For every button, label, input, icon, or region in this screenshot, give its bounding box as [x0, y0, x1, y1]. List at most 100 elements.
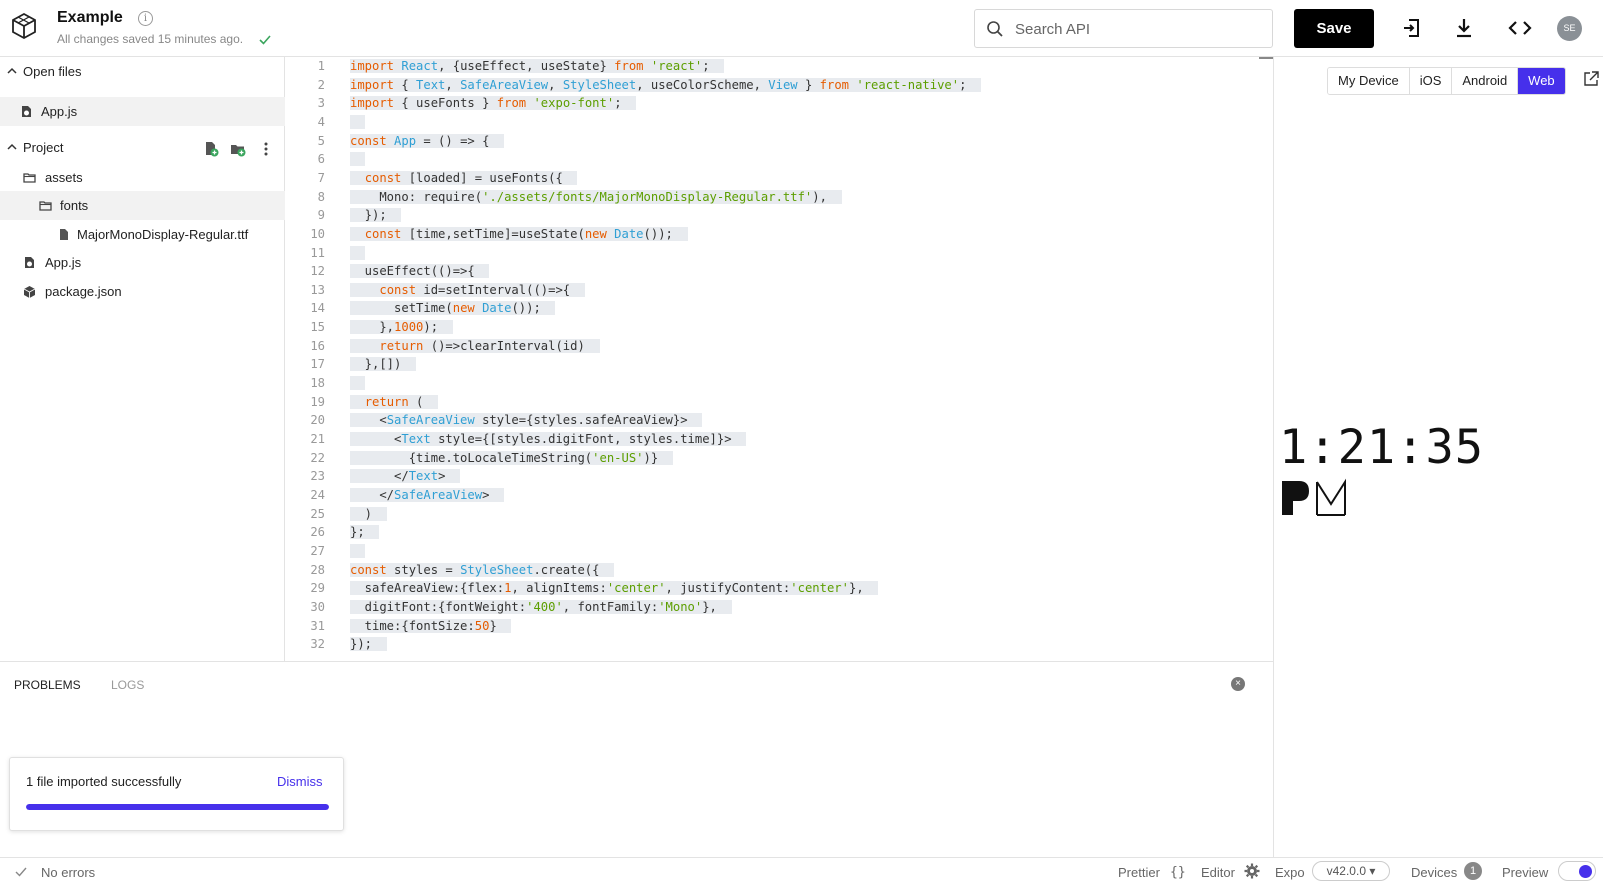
logo-icon[interactable]	[10, 12, 38, 40]
devices-label[interactable]: Devices	[1411, 865, 1457, 880]
code-line[interactable]: 29 safeAreaView:{flex:1, alignItems:'cen…	[285, 579, 1265, 598]
code-line[interactable]: 23 </Text>	[285, 467, 1265, 486]
code-text[interactable]	[350, 150, 365, 169]
gear-icon[interactable]	[1244, 863, 1260, 879]
close-panel-icon[interactable]: ×	[1231, 677, 1245, 691]
code-editor[interactable]: 1 import React, {useEffect, useState} fro…	[285, 57, 1273, 661]
code-text[interactable]: <SafeAreaView style={styles.safeAreaView…	[350, 411, 703, 430]
open-file-app-js[interactable]: App.js	[0, 97, 285, 126]
code-line[interactable]: 10 const [time,setTime]=useState(new Dat…	[285, 225, 1265, 244]
code-line[interactable]: 31 time:{fontSize:50}	[285, 617, 1265, 636]
code-line[interactable]: 26};	[285, 523, 1265, 542]
preview-toggle[interactable]	[1558, 861, 1596, 881]
code-line[interactable]: 28 const styles = StyleSheet.create({	[285, 561, 1265, 580]
code-text[interactable]: </SafeAreaView>	[350, 486, 505, 505]
project-title[interactable]: Example	[57, 9, 123, 27]
code-text[interactable]: import { Text, SafeAreaView, StyleSheet,…	[350, 76, 982, 95]
code-line[interactable]: 12 useEffect(()=>{	[285, 262, 1265, 281]
prettier-label[interactable]: Prettier	[1118, 865, 1160, 880]
code-line[interactable]: 7 const [loaded] = useFonts({	[285, 169, 1265, 188]
tree-item-fonts[interactable]: fonts	[0, 191, 285, 220]
platform-android[interactable]: Android	[1452, 68, 1519, 94]
new-folder-icon[interactable]	[230, 141, 246, 157]
code-line[interactable]: 6	[285, 150, 1265, 169]
code-line[interactable]: 2 import { Text, SafeAreaView, StyleSheet…	[285, 76, 1265, 95]
info-icon[interactable]: i	[138, 11, 153, 26]
code-text[interactable]: import { useFonts } from 'expo-font';	[350, 94, 637, 113]
code-line[interactable]: 21 <Text style={[styles.digitFont, style…	[285, 430, 1265, 449]
code-text[interactable]: const id=setInterval(()=>{	[350, 281, 585, 300]
avatar[interactable]: SE	[1557, 16, 1582, 41]
code-text[interactable]: import React, {useEffect, useState} from…	[350, 57, 725, 76]
code-text[interactable]: <Text style={[styles.digitFont, styles.t…	[350, 430, 747, 449]
save-button[interactable]: Save	[1294, 9, 1374, 48]
external-link-icon[interactable]	[1583, 70, 1600, 87]
tab-logs[interactable]: LOGS	[111, 678, 144, 692]
braces-icon[interactable]: {}	[1170, 865, 1186, 880]
tree-item-assets[interactable]: assets	[0, 163, 285, 192]
code-text[interactable]: return (	[350, 393, 439, 412]
toast-dismiss-button[interactable]: Dismiss	[277, 774, 323, 789]
code-text[interactable]: const styles = StyleSheet.create({	[350, 561, 615, 580]
code-line[interactable]: 1 import React, {useEffect, useState} fro…	[285, 57, 1265, 76]
code-text[interactable]	[350, 374, 365, 393]
more-vertical-icon[interactable]	[258, 141, 274, 157]
tree-item-app-js[interactable]: App.js	[0, 248, 285, 277]
code-text[interactable]: time:{fontSize:50}	[350, 617, 512, 636]
code-text[interactable]: setTime(new Date());	[350, 299, 556, 318]
code-text[interactable]: {time.toLocaleTimeString('en-US')}	[350, 449, 673, 468]
code-line[interactable]: 8 Mono: require('./assets/fonts/MajorMon…	[285, 188, 1265, 207]
code-text[interactable]: },1000);	[350, 318, 453, 337]
code-text[interactable]: const [time,setTime]=useState(new Date()…	[350, 225, 688, 244]
code-line[interactable]: 25 )	[285, 505, 1265, 524]
code-text[interactable]	[350, 113, 365, 132]
new-file-icon[interactable]	[203, 141, 219, 157]
editor-label[interactable]: Editor	[1201, 865, 1235, 880]
search-input[interactable]	[1015, 18, 1265, 40]
code-text[interactable]: return ()=>clearInterval(id)	[350, 337, 600, 356]
code-text[interactable]: });	[350, 635, 387, 654]
code-text[interactable]	[350, 542, 365, 561]
code-text[interactable]: },[])	[350, 355, 417, 374]
code-line[interactable]: 22 {time.toLocaleTimeString('en-US')}	[285, 449, 1265, 468]
code-line[interactable]: 13 const id=setInterval(()=>{	[285, 281, 1265, 300]
code-line[interactable]: 30 digitFont:{fontWeight:'400', fontFami…	[285, 598, 1265, 617]
code-line[interactable]: 11	[285, 244, 1265, 263]
code-text[interactable]: });	[350, 206, 402, 225]
code-line[interactable]: 5 const App = () => {	[285, 132, 1265, 151]
code-line[interactable]: 24 </SafeAreaView>	[285, 486, 1265, 505]
code-icon[interactable]	[1508, 16, 1532, 40]
open-files-section[interactable]: Open files	[0, 57, 285, 86]
platform-ios[interactable]: iOS	[1409, 68, 1453, 94]
import-icon[interactable]	[1400, 16, 1424, 40]
code-line[interactable]: 9 });	[285, 206, 1265, 225]
code-text[interactable]: useEffect(()=>{	[350, 262, 490, 281]
code-line[interactable]: 17 },[])	[285, 355, 1265, 374]
code-line[interactable]: 4	[285, 113, 1265, 132]
code-line[interactable]: 14 setTime(new Date());	[285, 299, 1265, 318]
expo-version-select[interactable]: v42.0.0 ▾	[1312, 861, 1390, 881]
code-text[interactable]	[350, 244, 365, 263]
code-text[interactable]: digitFont:{fontWeight:'400', fontFamily:…	[350, 598, 732, 617]
tab-problems[interactable]: PROBLEMS	[14, 678, 81, 692]
tree-item-font-file[interactable]: MajorMonoDisplay-Regular.ttf	[0, 220, 285, 249]
tree-item-package-json[interactable]: package.json	[0, 277, 285, 306]
code-line[interactable]: 16 return ()=>clearInterval(id)	[285, 337, 1265, 356]
platform-web[interactable]: Web	[1518, 68, 1565, 94]
platform-my-device[interactable]: My Device	[1328, 68, 1410, 94]
code-text[interactable]: safeAreaView:{flex:1, alignItems:'center…	[350, 579, 879, 598]
code-line[interactable]: 19 return (	[285, 393, 1265, 412]
search-api-box[interactable]	[974, 9, 1273, 48]
code-line[interactable]: 27	[285, 542, 1265, 561]
code-line[interactable]: 20 <SafeAreaView style={styles.safeAreaV…	[285, 411, 1265, 430]
code-text[interactable]: </Text>	[350, 467, 461, 486]
code-text[interactable]: const [loaded] = useFonts({	[350, 169, 578, 188]
errors-status[interactable]: No errors	[41, 865, 95, 880]
code-line[interactable]: 32});	[285, 635, 1265, 654]
download-icon[interactable]	[1452, 16, 1476, 40]
code-text[interactable]: };	[350, 523, 380, 542]
code-line[interactable]: 3 import { useFonts } from 'expo-font';	[285, 94, 1265, 113]
code-line[interactable]: 15 },1000);	[285, 318, 1265, 337]
code-text[interactable]: const App = () => {	[350, 132, 505, 151]
code-text[interactable]: )	[350, 505, 387, 524]
